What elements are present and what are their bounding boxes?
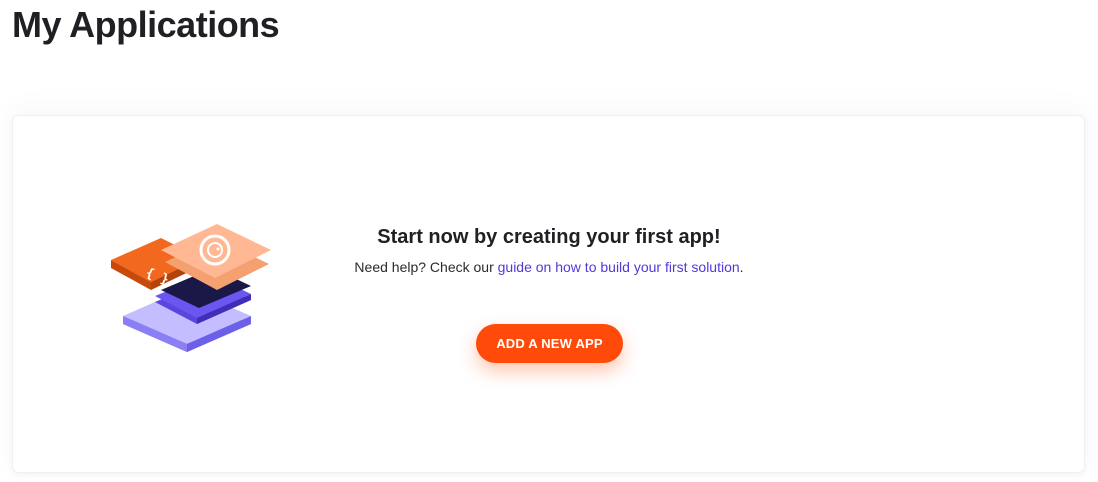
help-text-suffix: . <box>739 259 744 275</box>
add-new-app-button[interactable]: ADD A NEW APP <box>476 324 623 363</box>
empty-state-card: { } Start now by creating your first app… <box>12 115 1085 473</box>
layer-peach <box>161 224 271 290</box>
stacked-app-layers-icon: { } <box>111 224 271 352</box>
empty-state-headline: Start now by creating your first app! <box>377 226 721 248</box>
guide-link[interactable]: guide on how to build your first solutio… <box>498 259 740 275</box>
help-text-prefix: Need help? Check our <box>354 259 498 275</box>
empty-state-content: Start now by creating your first app! Ne… <box>313 224 785 276</box>
page: My Applications {} Start now by creatin… <box>0 0 1098 482</box>
help-text: Need help? Check our guide on how to bui… <box>313 258 785 276</box>
page-title: My Applications <box>12 4 280 45</box>
